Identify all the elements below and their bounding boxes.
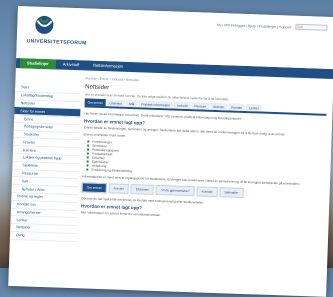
bullet-list: Forelesninger Seminarer Praktiske oppgav… bbox=[82, 139, 325, 179]
tab-maal[interactable]: Mål bbox=[126, 99, 138, 108]
fravaer-button[interactable]: Fravær bbox=[108, 183, 130, 194]
eksamen-button[interactable]: Eksamen bbox=[130, 184, 155, 195]
tab-praktisk[interactable]: Praktisk informasjon bbox=[138, 100, 174, 109]
gjennomfore-button[interactable]: Vil du gjennomføre? bbox=[155, 184, 195, 197]
university-logo-icon[interactable] bbox=[31, 14, 58, 37]
main-content: Forside › Emne › Innhold › Nettsider Net… bbox=[76, 70, 333, 250]
sidebar-item[interactable]: Øvrig bbox=[9, 231, 77, 242]
kontakt-button[interactable]: Kontakt bbox=[196, 186, 218, 198]
sidebar: Start Lokalfag/Studentfag Nettsider Side… bbox=[9, 68, 82, 242]
tab-lenker[interactable]: Lenker bbox=[245, 104, 262, 112]
tab-om-emnet[interactable]: Om emnet bbox=[84, 98, 106, 107]
tab-litteratur[interactable]: Litteratur bbox=[106, 99, 126, 107]
tab-kontakt[interactable]: Kontakt bbox=[228, 103, 246, 111]
tab-pensum[interactable]: Pensum bbox=[191, 102, 210, 110]
soknader-button[interactable]: Søknader bbox=[219, 187, 244, 198]
site-name[interactable]: UNIVERSITETSFORUM bbox=[27, 38, 87, 46]
om-emnet-button[interactable]: Om emnet bbox=[81, 182, 107, 194]
site-header: UNIVERSITETSFORUM Ny | Mitt innlogget | … bbox=[16, 6, 333, 70]
utility-links[interactable]: Ny | Mitt innlogget | Hjelp | Innstillin… bbox=[217, 23, 292, 30]
website-window: UNIVERSITETSFORUM Ny | Mitt innlogget | … bbox=[8, 6, 333, 297]
search-input[interactable]: Søk bbox=[295, 23, 328, 31]
page-body: Start Lokalfag/Studentfag Nettsider Side… bbox=[9, 68, 333, 251]
tab-aktivitet[interactable]: Aktivitet bbox=[209, 102, 228, 111]
tab-innhold[interactable]: Innhold bbox=[173, 101, 191, 110]
